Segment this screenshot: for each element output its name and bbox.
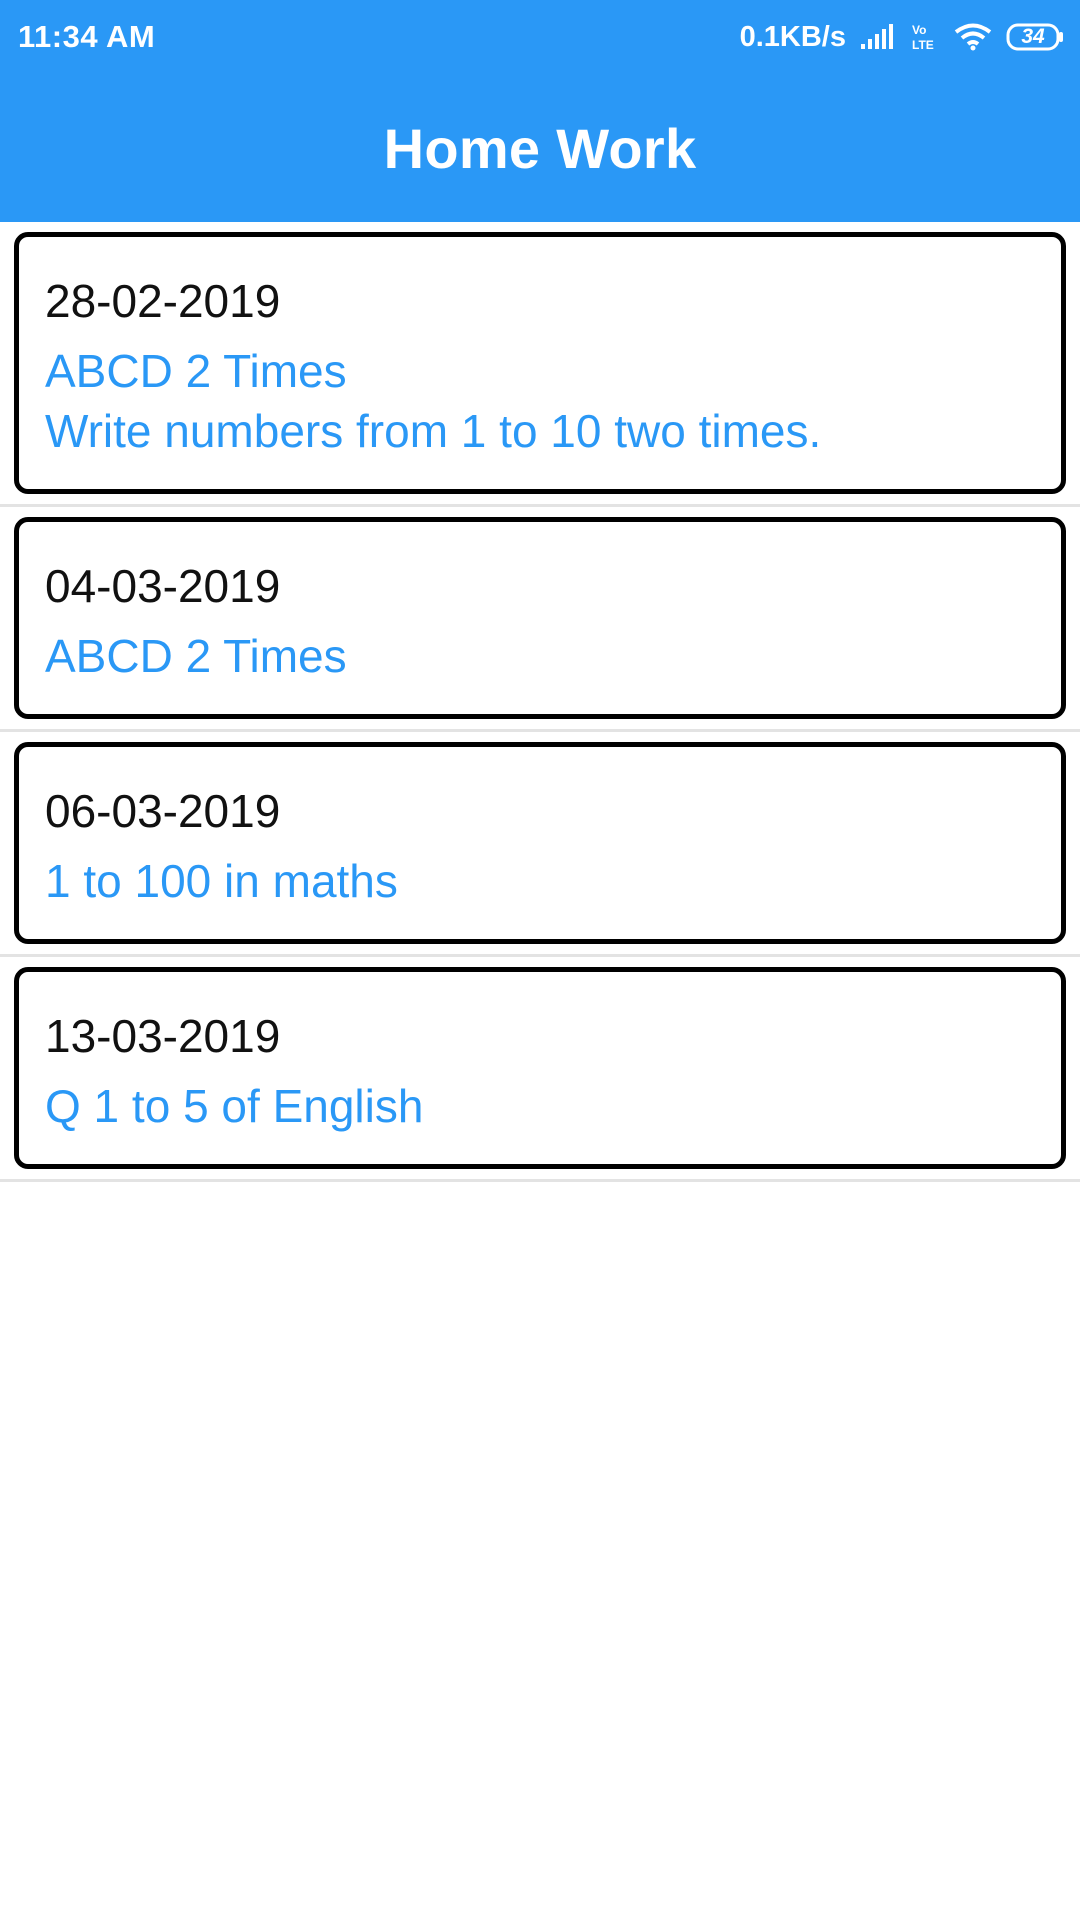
network-speed: 0.1KB/s (739, 20, 846, 53)
homework-date: 28-02-2019 (45, 275, 281, 327)
wifi-icon (954, 23, 992, 51)
homework-date: 06-03-2019 (45, 785, 281, 837)
homework-description: Write numbers from 1 to 10 two times. (45, 405, 822, 457)
homework-date: 04-03-2019 (45, 560, 281, 612)
volte-icon: Vo LTE (910, 22, 940, 52)
homework-card[interactable]: 13-03-2019 Q 1 to 5 of English (14, 967, 1066, 1169)
homework-card[interactable]: 04-03-2019 ABCD 2 Times (14, 517, 1066, 719)
battery-level: 34 (1021, 25, 1045, 48)
status-bar: 11:34 AM 0.1KB/s Vo LTE 34 (0, 0, 1080, 74)
homework-title: ABCD 2 Times (45, 630, 347, 682)
app-bar: Home Work (0, 74, 1080, 222)
homework-title: ABCD 2 Times (45, 345, 347, 397)
svg-text:LTE: LTE (912, 38, 934, 52)
homework-card[interactable]: 28-02-2019 ABCD 2 Times Write numbers fr… (14, 232, 1066, 494)
status-icons: 0.1KB/s Vo LTE 34 (740, 21, 1064, 54)
homework-title: 1 to 100 in maths (45, 855, 398, 907)
status-time: 11:34 AM (18, 19, 156, 54)
page-title: Home Work (383, 116, 697, 180)
cellular-signal-icon (860, 24, 896, 50)
homework-list: 28-02-2019 ABCD 2 Times Write numbers fr… (0, 222, 1080, 1182)
homework-card[interactable]: 06-03-2019 1 to 100 in maths (14, 742, 1066, 944)
list-item[interactable]: 06-03-2019 1 to 100 in maths (0, 732, 1080, 957)
list-item[interactable]: 13-03-2019 Q 1 to 5 of English (0, 957, 1080, 1182)
list-item[interactable]: 04-03-2019 ABCD 2 Times (0, 507, 1080, 732)
svg-text:Vo: Vo (912, 23, 926, 37)
battery-icon: 34 (1006, 22, 1064, 52)
homework-title: Q 1 to 5 of English (45, 1080, 424, 1132)
homework-date: 13-03-2019 (45, 1010, 281, 1062)
list-item[interactable]: 28-02-2019 ABCD 2 Times Write numbers fr… (0, 222, 1080, 507)
